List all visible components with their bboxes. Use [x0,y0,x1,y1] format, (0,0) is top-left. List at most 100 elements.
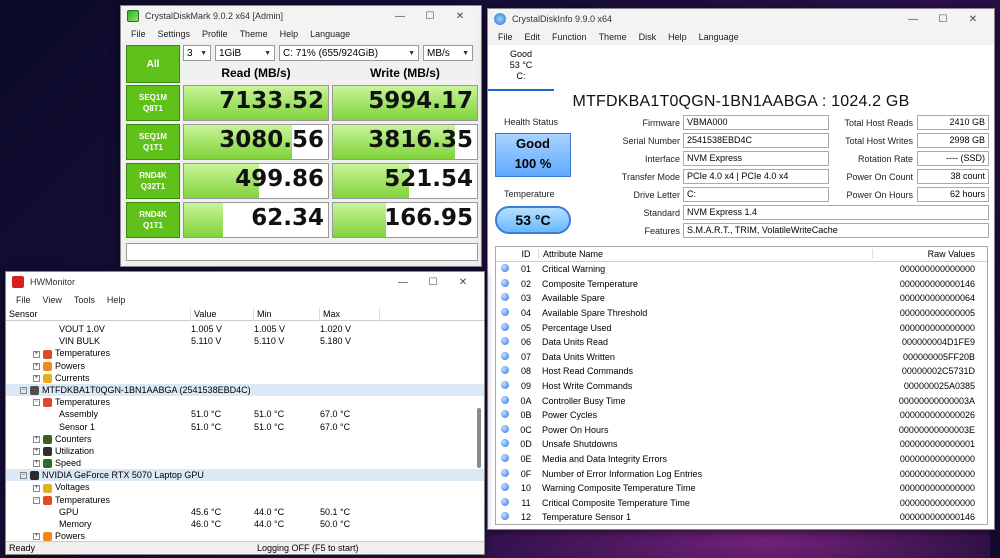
smart-attribute-row[interactable]: 07 Data Units Written 000000005FF20B [496,350,987,365]
smart-attribute-row[interactable]: 01 Critical Warning 000000000000000 [496,262,987,277]
disk-tab[interactable]: Good 53 °C C: [488,49,554,91]
expand-icon[interactable]: + [33,448,40,456]
sensor-row[interactable]: + Powers [6,360,484,372]
sensor-row[interactable]: Memory 46.0 °C 44.0 °C 50.0 °C [6,518,484,530]
collapse-icon[interactable]: − [20,387,27,395]
sensor-row[interactable]: − Temperatures [6,396,484,408]
test-button[interactable]: RND4K Q32T1 [126,163,180,199]
unit-select[interactable]: MB/s ▼ [423,45,473,61]
smart-attribute-row[interactable]: 0D Unsafe Shutdowns 000000000000001 [496,437,987,452]
all-tests-button[interactable]: All [126,45,180,83]
comment-field[interactable] [126,243,478,261]
minimize-icon[interactable]: — [898,14,928,25]
sensor-row[interactable]: + Currents [6,372,484,384]
smart-attribute-row[interactable]: 10 Warning Composite Temperature Time 0000… [496,481,987,496]
sensor-row[interactable]: − NVIDIA GeForce RTX 5070 Laptop GPU [6,469,484,482]
maximize-icon[interactable]: ☐ [418,277,448,288]
temperature-badge[interactable]: 53 °C [495,206,571,234]
maximize-icon[interactable]: ☐ [928,14,958,25]
maximize-icon[interactable]: ☐ [415,11,445,22]
test-button[interactable]: RND4K Q1T1 [126,202,180,238]
close-icon[interactable]: ✕ [448,277,478,288]
cdi-menu-theme[interactable]: Theme [593,31,633,43]
cdi-menu-function[interactable]: Function [546,31,593,43]
smart-attribute-row[interactable]: 0C Power On Hours 00000000000003E [496,423,987,438]
sensor-row[interactable]: − MTFDKBA1T0QGN-1BN1AABGA (2541538EBD4C) [6,383,484,397]
cdi-menu-file[interactable]: File [492,31,519,43]
minimize-icon[interactable]: — [385,11,415,22]
thermometer-icon [43,349,52,359]
hwm-menu-tools[interactable]: Tools [68,294,101,306]
sensor-row[interactable]: Assembly 51.0 °C 51.0 °C 67.0 °C [6,408,484,420]
sensor-row[interactable]: − Temperatures [6,494,484,506]
smart-attribute-row[interactable]: 03 Available Spare 000000000000064 [496,291,987,306]
cdi-menu-language[interactable]: Language [693,31,745,43]
sensor-row[interactable]: + Voltages [6,481,484,493]
cdi-menu-edit[interactable]: Edit [519,31,547,43]
header-attribute-name[interactable]: Attribute Name [538,249,872,259]
health-status-badge[interactable]: Good 100 % [495,133,571,177]
header-min[interactable]: Min [254,307,320,321]
smart-attribute-row[interactable]: 0F Number of Error Information Log Entrie… [496,466,987,481]
vertical-scrollbar[interactable] [476,318,482,540]
expand-icon[interactable]: + [33,533,40,541]
scrollbar-thumb[interactable] [477,408,481,468]
smart-attribute-row[interactable]: 05 Percentage Used 000000000000000 [496,320,987,335]
smart-attribute-row[interactable]: 0B Power Cycles 000000000000026 [496,408,987,423]
expand-icon[interactable]: + [33,374,40,382]
collapse-icon[interactable]: − [33,496,40,504]
hwm-menu-view[interactable]: View [37,294,68,306]
hwm-menu-file[interactable]: File [10,294,37,306]
smart-attribute-row[interactable]: 02 Composite Temperature 000000000000146 [496,277,987,292]
cdm-menu-help[interactable]: Help [274,28,305,40]
cdm-menu-profile[interactable]: Profile [196,28,234,40]
sensor-row[interactable]: VOUT 1.0V 1.005 V 1.005 V 1.020 V [6,323,484,335]
header-id[interactable]: ID [514,249,538,259]
smart-attribute-row[interactable]: 09 Host Write Commands 000000025A0385 [496,379,987,394]
sensor-row[interactable]: + Utilization [6,445,484,457]
header-max[interactable]: Max [320,307,380,321]
hwm-menu-help[interactable]: Help [101,294,132,306]
sensor-row[interactable]: + Speed [6,457,484,469]
drive-select[interactable]: C: 71% (655/924GiB) ▼ [279,45,419,61]
cdm-menu-file[interactable]: File [125,28,152,40]
minimize-icon[interactable]: — [388,277,418,288]
test-count-select[interactable]: 3 ▼ [183,45,211,61]
cdm-menu-language[interactable]: Language [304,28,356,40]
sensor-row[interactable]: GPU 45.6 °C 44.0 °C 50.1 °C [6,506,484,518]
smart-attribute-row[interactable]: 12 Temperature Sensor 1 000000000000146 [496,510,987,525]
cdi-menu-help[interactable]: Help [662,31,693,43]
sensor-row[interactable]: VIN BULK 5.110 V 5.110 V 5.180 V [6,335,484,347]
cdi-titlebar[interactable]: CrystalDiskInfo 9.9.0 x64 — ☐ ✕ [488,9,994,29]
smart-attribute-row[interactable]: 08 Host Read Commands 00000002C5731D [496,364,987,379]
cdm-titlebar[interactable]: CrystalDiskMark 9.0.2 x64 [Admin] — ☐ ✕ [121,6,481,26]
header-sensor[interactable]: Sensor [6,307,191,321]
expand-icon[interactable]: + [33,460,40,468]
test-size-select[interactable]: 1GiB ▼ [215,45,275,61]
smart-attribute-row[interactable]: 11 Critical Composite Temperature Time 000… [496,496,987,511]
smart-attribute-row[interactable]: 04 Available Spare Threshold 0000000000000… [496,306,987,321]
sensor-row[interactable]: + Counters [6,433,484,445]
expand-icon[interactable]: + [33,362,40,370]
cdm-menu-settings[interactable]: Settings [152,28,197,40]
sensor-row[interactable]: Sensor 1 51.0 °C 51.0 °C 67.0 °C [6,421,484,433]
header-raw-values[interactable]: Raw Values [872,249,987,259]
test-button[interactable]: SEQ1M Q8T1 [126,85,180,121]
expand-icon[interactable]: + [33,350,40,358]
attribute-id: 06 [520,337,531,348]
smart-attribute-row[interactable]: 0A Controller Busy Time 00000000000003A [496,393,987,408]
sensor-row[interactable]: + Temperatures [6,347,484,359]
close-icon[interactable]: ✕ [445,11,475,22]
cdm-menu-theme[interactable]: Theme [234,28,274,40]
collapse-icon[interactable]: − [20,472,27,480]
test-button[interactable]: SEQ1M Q1T1 [126,124,180,160]
expand-icon[interactable]: + [33,484,40,492]
smart-attribute-row[interactable]: 0E Media and Data Integrity Errors 0000000… [496,452,987,467]
expand-icon[interactable]: + [33,435,40,443]
smart-attribute-row[interactable]: 06 Data Units Read 000000004D1FE9 [496,335,987,350]
header-value[interactable]: Value [191,307,254,321]
hwm-titlebar[interactable]: HWMonitor — ☐ ✕ [6,272,484,292]
collapse-icon[interactable]: − [33,399,40,407]
cdi-menu-disk[interactable]: Disk [633,31,663,43]
close-icon[interactable]: ✕ [958,14,988,25]
